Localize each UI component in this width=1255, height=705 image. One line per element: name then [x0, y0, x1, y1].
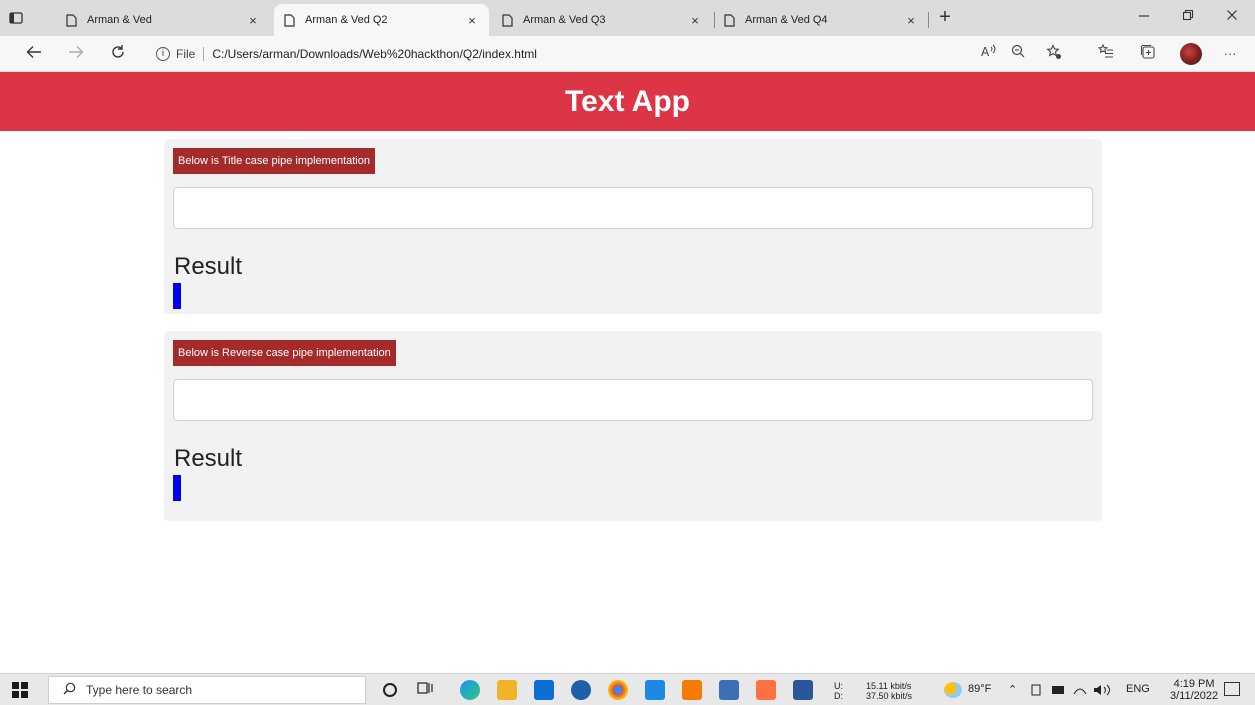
reverse-case-card: Below is Reverse case pipe implementatio… — [164, 331, 1102, 521]
page-icon — [284, 13, 297, 27]
tab-2-active[interactable]: Arman & Ved Q2 × — [274, 4, 489, 36]
weather-temp[interactable]: 89°F — [968, 683, 991, 695]
net-up-label: U: — [834, 681, 843, 691]
clock-time: 4:19 PM — [1173, 678, 1215, 690]
close-window-button[interactable] — [1212, 8, 1252, 28]
clock-date: 3/11/2022 — [1170, 690, 1219, 702]
close-icon[interactable]: × — [465, 13, 479, 28]
back-arrow-icon — [26, 46, 41, 58]
task-view-icon[interactable] — [417, 680, 437, 700]
forward-arrow-icon — [69, 46, 84, 58]
cortana-icon[interactable] — [383, 683, 397, 697]
clock[interactable]: 4:19 PM 3/11/2022 — [1170, 678, 1218, 702]
favorite-star-icon[interactable] — [1044, 44, 1064, 64]
tray-icons[interactable] — [1030, 683, 1120, 700]
result-output — [173, 283, 181, 309]
tab-label: Arman & Ved Q4 — [745, 14, 828, 26]
page-icon — [66, 13, 79, 27]
app-icon[interactable] — [571, 680, 591, 700]
chrome-icon[interactable] — [608, 680, 628, 700]
profile-avatar[interactable] — [1180, 43, 1202, 65]
app-header: Text App — [0, 72, 1255, 131]
tab-1[interactable]: Arman & Ved × — [56, 4, 270, 36]
page-icon — [724, 13, 737, 27]
tab-label: Arman & Ved Q2 — [305, 14, 388, 26]
windows-start-icon[interactable] — [12, 682, 28, 698]
browser-tab-strip: Arman & Ved × Arman & Ved Q2 × Arman & V… — [0, 0, 1255, 36]
close-icon[interactable]: × — [246, 13, 260, 28]
read-aloud-icon[interactable]: A — [978, 44, 998, 64]
close-icon[interactable]: × — [904, 13, 918, 28]
title-case-input[interactable] — [173, 187, 1093, 229]
zoom-icon[interactable] — [1008, 44, 1028, 64]
collections-icon[interactable] — [1138, 44, 1158, 64]
forward-button[interactable] — [66, 44, 86, 64]
favorites-list-icon[interactable] — [1096, 43, 1116, 64]
title-case-card: Below is Title case pipe implementation … — [164, 139, 1102, 314]
page-content: Text App Below is Title case pipe implem… — [0, 72, 1255, 673]
taskbar-search[interactable]: Type here to search — [48, 676, 366, 704]
result-heading: Result — [174, 253, 243, 280]
address-separator — [203, 47, 205, 61]
browser-toolbar: i File C:/Users/arman/Downloads/Web%20ha… — [0, 36, 1255, 72]
tab-label: Arman & Ved Q3 — [523, 14, 606, 26]
vscode-icon[interactable] — [645, 680, 665, 700]
tab-label: Arman & Ved — [87, 14, 152, 26]
new-tab-button[interactable]: + — [935, 7, 955, 28]
language-indicator[interactable]: ENG — [1126, 683, 1150, 695]
app-title: Text App — [565, 84, 690, 118]
notification-icon[interactable] — [1224, 682, 1240, 696]
tab-4[interactable]: Arman & Ved Q4 × — [714, 4, 928, 36]
net-up-speed: 15.11 kbit/s — [866, 681, 912, 691]
result-heading: Result — [174, 445, 243, 472]
close-icon[interactable]: × — [688, 13, 702, 28]
refresh-icon — [112, 45, 124, 58]
page-icon — [502, 13, 515, 27]
tab-3[interactable]: Arman & Ved Q3 × — [492, 4, 712, 36]
url-text: C:/Users/arman/Downloads/Web%20hackthon/… — [212, 47, 537, 61]
weather-icon[interactable] — [944, 682, 962, 698]
reverse-case-badge: Below is Reverse case pipe implementatio… — [173, 340, 396, 366]
taskbar: Type here to search U: D: 15.11 kbit/s 3… — [0, 673, 1255, 705]
address-bar[interactable]: i File C:/Users/arman/Downloads/Web%20ha… — [144, 41, 972, 67]
back-button[interactable] — [24, 44, 44, 64]
svg-text:A: A — [981, 45, 990, 58]
more-menu-icon[interactable]: ··· — [1220, 44, 1240, 64]
file-explorer-icon[interactable] — [497, 680, 517, 700]
scheme-label: File — [176, 47, 196, 61]
title-case-badge: Below is Title case pipe implementation — [173, 148, 375, 174]
info-icon[interactable]: i — [156, 47, 170, 61]
refresh-button[interactable] — [108, 44, 128, 64]
reverse-case-input[interactable] — [173, 379, 1093, 421]
word-icon[interactable] — [793, 680, 813, 700]
edge-icon[interactable] — [460, 680, 480, 700]
chevron-up-icon[interactable]: ⌃ — [1008, 683, 1017, 696]
minimize-button[interactable] — [1124, 8, 1164, 28]
net-down-label: D: — [834, 691, 843, 701]
store-icon[interactable] — [534, 680, 554, 700]
tab-separator — [928, 12, 929, 28]
restore-button[interactable] — [1168, 8, 1208, 28]
search-icon — [63, 682, 76, 698]
net-down-speed: 37.50 kbit/s — [866, 691, 913, 701]
xampp-icon[interactable] — [682, 680, 702, 700]
app-icon-2[interactable] — [719, 680, 739, 700]
search-placeholder: Type here to search — [86, 683, 193, 697]
app-icon-3[interactable] — [756, 680, 776, 700]
result-output — [173, 475, 181, 501]
tab-actions-icon[interactable] — [8, 10, 24, 26]
